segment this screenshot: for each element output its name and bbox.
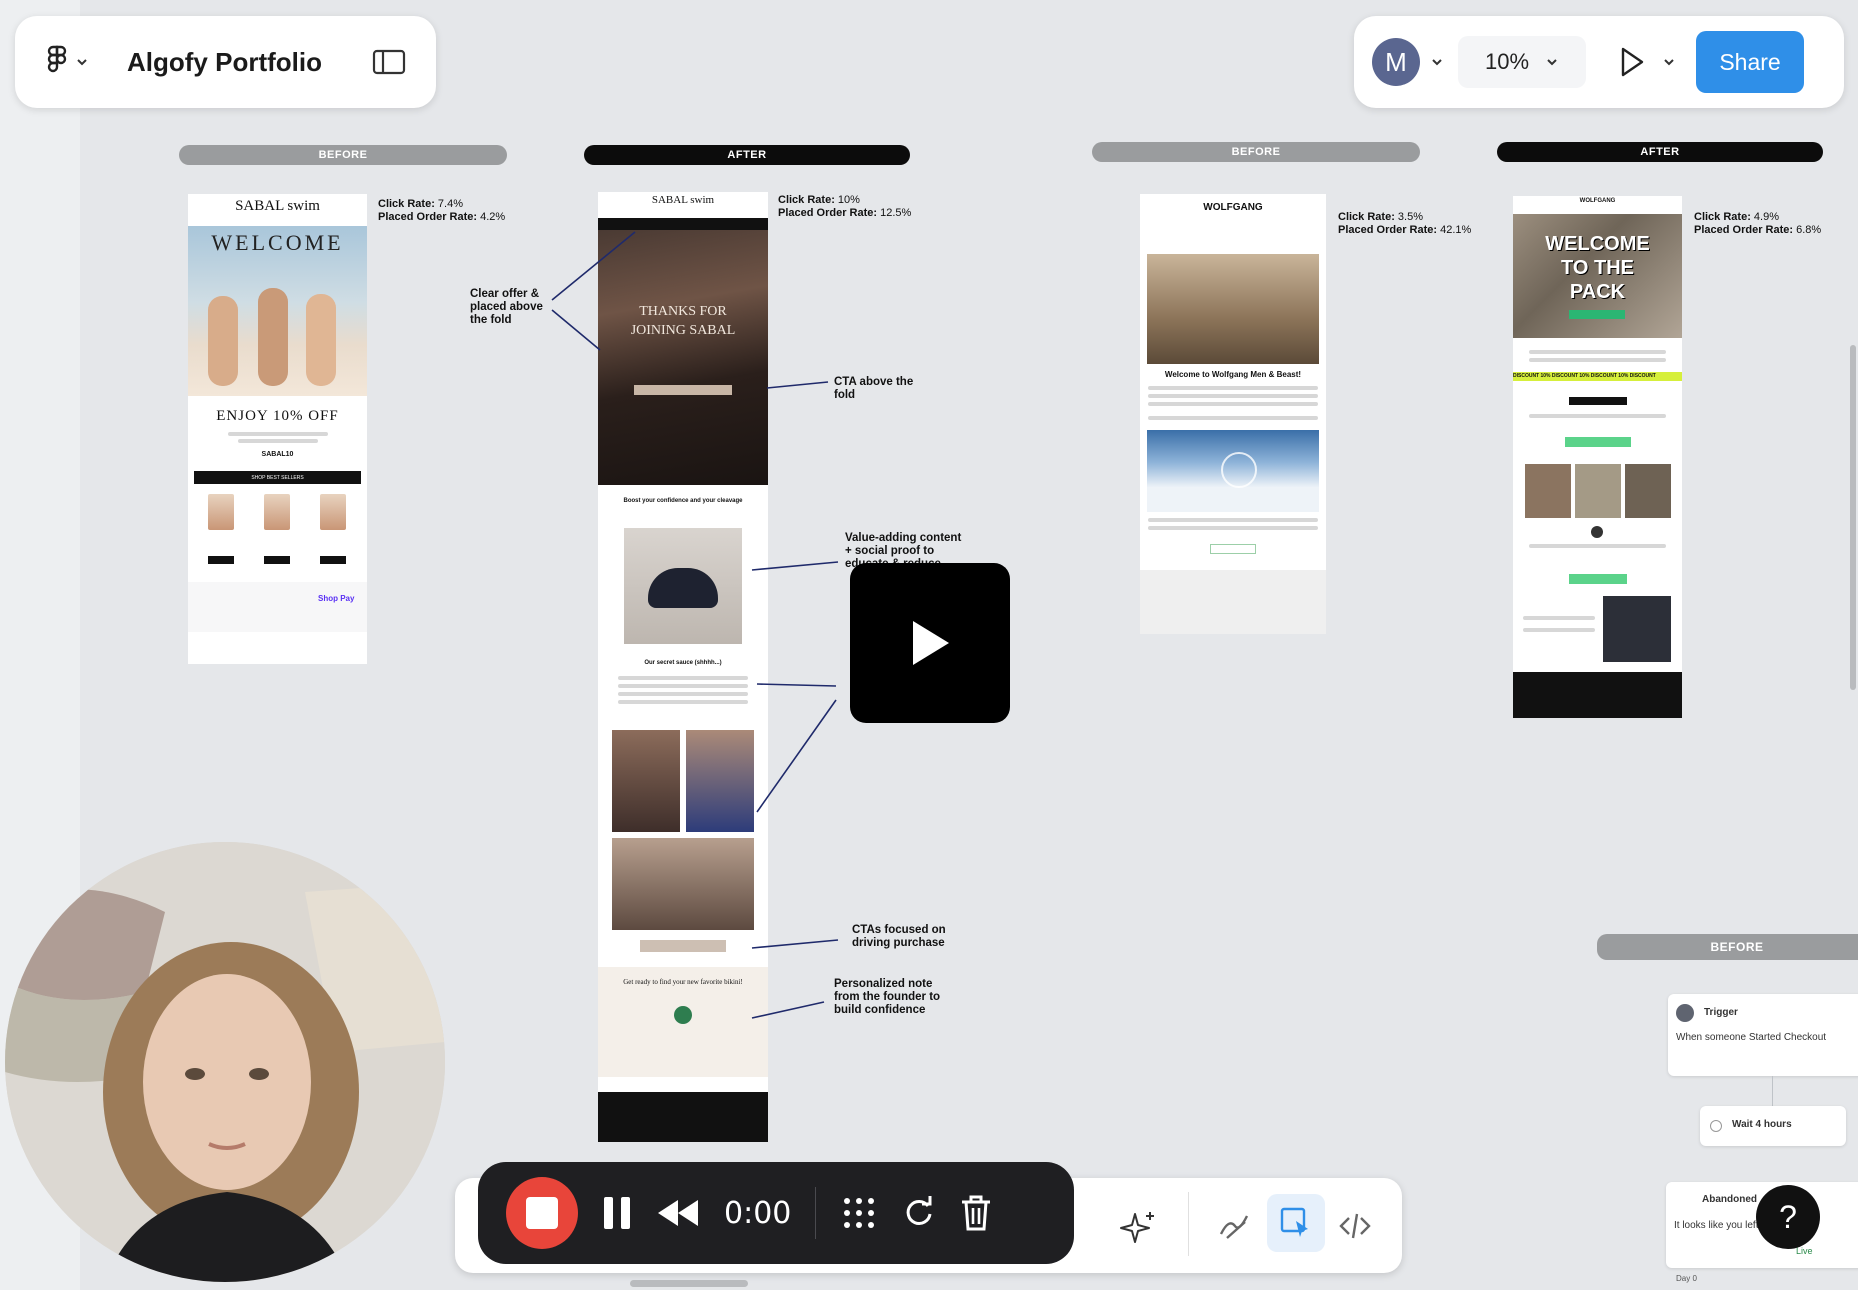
flow-wait-card[interactable]: Wait 4 hours [1700, 1106, 1846, 1146]
grid-dots-icon[interactable] [840, 1194, 878, 1232]
flow-connector [1772, 1076, 1773, 1108]
annotation-ctas-purchase: CTAs focused on driving purchase [852, 924, 946, 949]
vertical-scrollbar[interactable] [1850, 345, 1856, 690]
live-badge: Live [1796, 1246, 1813, 1256]
horizontal-scrollbar[interactable] [630, 1280, 748, 1287]
dev-mode-button[interactable] [1267, 1194, 1325, 1252]
restart-icon[interactable] [902, 1196, 936, 1230]
flow-trigger-card[interactable]: Trigger When someone Started Checkout [1668, 994, 1858, 1076]
stop-icon [526, 1197, 558, 1229]
stop-recording-button[interactable] [506, 1177, 578, 1249]
design-mode-icon [1280, 1207, 1308, 1237]
draw-icon[interactable] [1217, 1208, 1253, 1244]
day-label: Day 0 [1676, 1274, 1697, 1283]
annotation-clear-offer: Clear offer & placed above the fold [470, 288, 543, 326]
recording-timer: 0:00 [724, 1195, 792, 1231]
ai-sparkle-icon[interactable] [1119, 1208, 1159, 1248]
wait-label: Wait 4 hours [1732, 1119, 1792, 1130]
abandoned-description: It looks like you left... [1674, 1220, 1767, 1231]
webcam-bubble[interactable] [5, 842, 445, 1282]
webcam-feed [5, 842, 445, 1282]
pause-icon[interactable] [602, 1195, 632, 1231]
trash-icon[interactable] [960, 1194, 992, 1232]
video-play-button[interactable] [850, 563, 1010, 723]
abandoned-label: Abandoned [1702, 1194, 1757, 1205]
rewind-icon[interactable] [656, 1198, 700, 1228]
annotation-personalized: Personalized note from the founder to bu… [834, 978, 941, 1016]
play-icon [913, 621, 949, 665]
trigger-label: Trigger [1704, 1007, 1738, 1018]
annotation-cta-above: CTA above the fold [834, 376, 914, 401]
code-icon[interactable] [1337, 1208, 1373, 1244]
trigger-description: When someone Started Checkout [1676, 1032, 1827, 1043]
recorder-divider [815, 1187, 817, 1239]
screen-recorder: 0:00 [478, 1162, 1074, 1264]
help-button[interactable]: ? [1756, 1185, 1820, 1249]
